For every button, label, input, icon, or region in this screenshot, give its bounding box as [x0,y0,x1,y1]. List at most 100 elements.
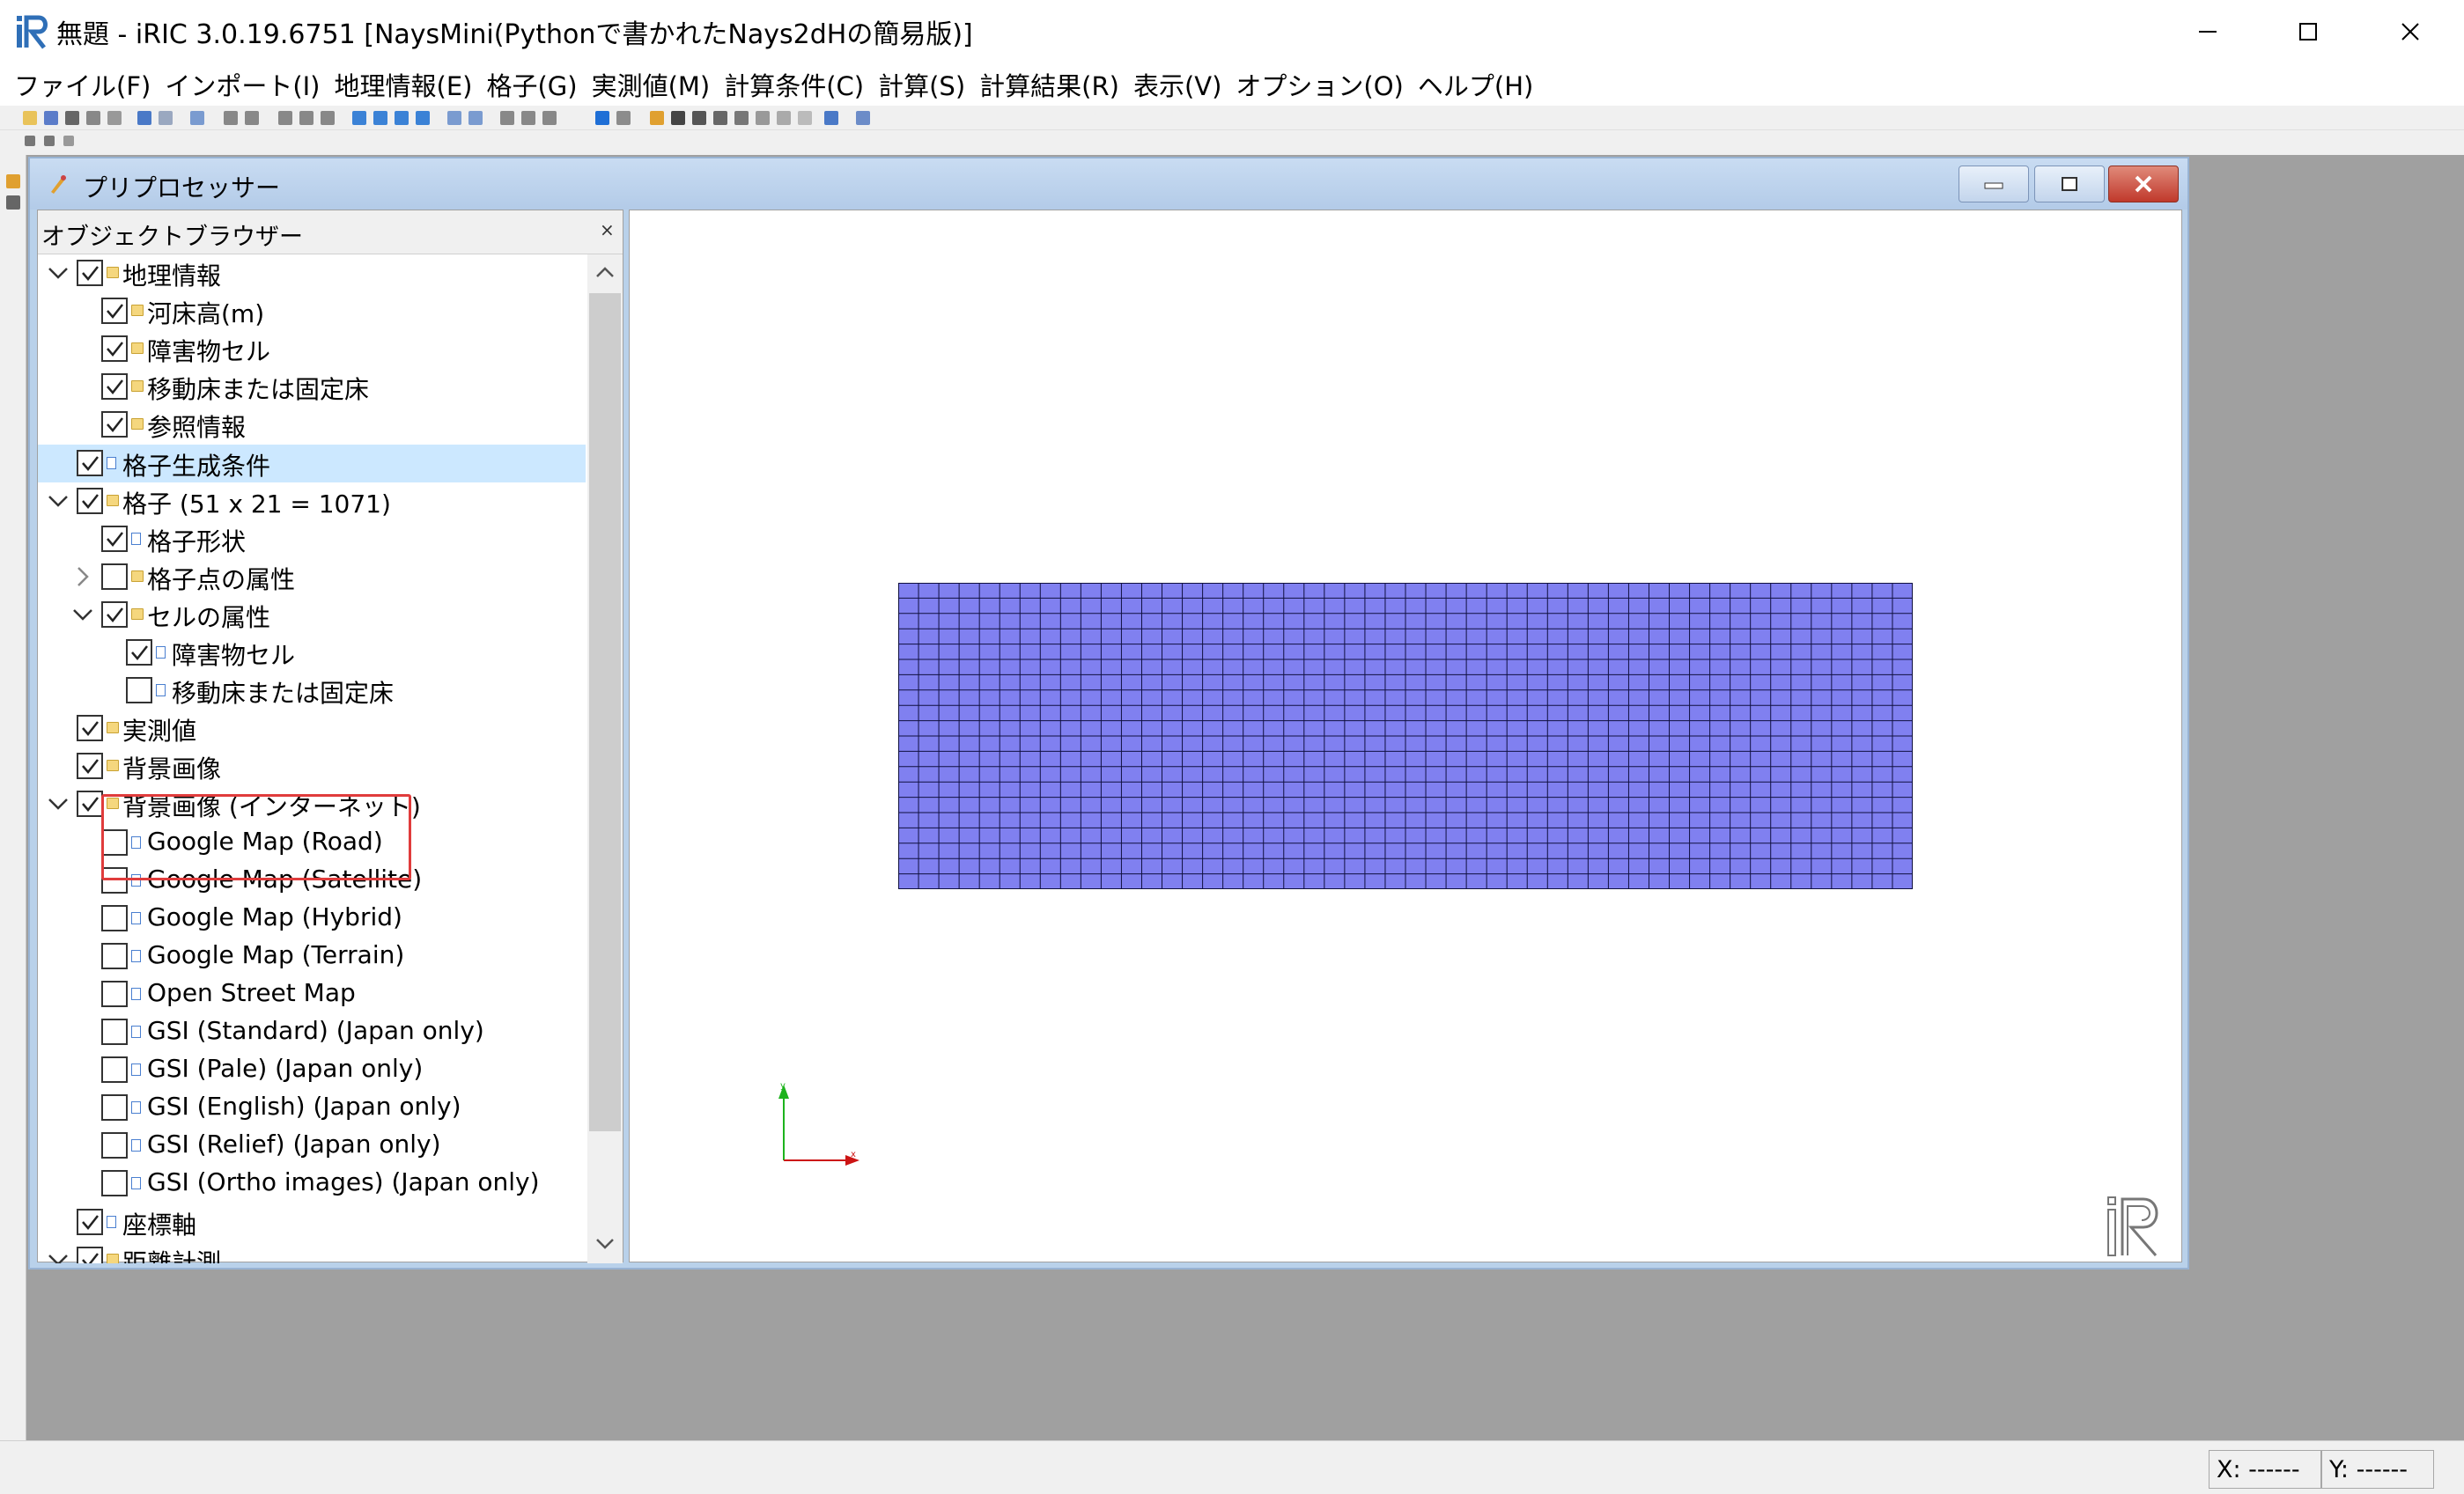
menu-geodata[interactable]: 地理情報(E) [328,66,480,103]
tree-node[interactable]: 移動床または固定床 [38,672,586,710]
tree-node-checkbox[interactable] [101,942,128,969]
tree-node-checkbox[interactable] [101,904,128,931]
tree-node[interactable]: Open Street Map [38,975,586,1013]
menu-measured[interactable]: 実測値(M) [585,66,718,103]
tree-node[interactable]: 格子点の属性 [38,558,586,596]
edit-icon[interactable] [650,111,664,125]
scroll-up-button[interactable] [587,254,623,290]
scatter-icon[interactable] [798,111,812,125]
menu-help[interactable]: ヘルプ(H) [1411,66,1540,103]
chart-icon[interactable] [734,111,749,125]
tree-node-checkbox[interactable] [77,715,103,742]
preprocessor-title-bar[interactable]: プリプロセッサー [30,158,2187,210]
menu-grid[interactable]: 格子(G) [479,66,584,103]
contour-icon[interactable] [692,111,706,125]
profile-icon[interactable] [777,111,791,125]
open-icon[interactable] [23,111,37,125]
tree-node-checkbox[interactable] [101,1056,128,1084]
tree-node-checkbox[interactable] [77,1246,103,1263]
grid-icon[interactable] [671,111,685,125]
zoom-out-icon[interactable] [468,111,483,125]
tree-node-checkbox[interactable] [126,677,152,704]
fit-both-icon[interactable] [521,111,535,125]
menu-result[interactable]: 計算結果(R) [972,66,1126,103]
tree-node-checkbox[interactable] [77,1208,103,1235]
vertical-scrollbar[interactable] [587,254,623,1263]
scroll-thumb[interactable] [589,293,621,1131]
tree-node[interactable]: Google Map (Terrain) [38,938,586,975]
tree-node-checkbox[interactable] [101,525,128,552]
redo-icon[interactable] [159,111,173,125]
tree-node[interactable]: 河床高(m) [38,292,586,330]
tree-node[interactable]: GSI (Standard) (Japan only) [38,1013,586,1051]
preprocessor-close-button[interactable] [2108,166,2179,202]
preprocessor-icon[interactable] [6,174,20,188]
tree-node-checkbox[interactable] [101,563,128,590]
tree-node-checkbox[interactable] [77,753,103,780]
zoom-in-icon[interactable] [447,111,461,125]
tree-node[interactable]: Google Map (Hybrid) [38,900,586,938]
tree-node[interactable]: 座標軸 [38,1203,586,1241]
object-browser-close-button[interactable]: × [600,219,615,240]
chevron-down-icon[interactable] [47,792,70,815]
axis-z-icon[interactable] [321,111,335,125]
tree-node[interactable]: 格子 (51 x 21 = 1071) [38,482,586,520]
solver-console-icon[interactable] [6,195,20,210]
close-button[interactable] [2360,0,2460,63]
axis-x-icon[interactable] [278,111,292,125]
tree-node-checkbox[interactable] [77,449,103,476]
tree-node-checkbox[interactable] [77,487,103,514]
tree-node[interactable]: 参照情報 [38,406,586,444]
save-icon[interactable] [44,111,58,125]
chevron-down-icon[interactable] [71,603,94,626]
tree-node[interactable]: GSI (English) (Japan only) [38,1089,586,1127]
search-icon[interactable] [190,111,204,125]
select-icon[interactable] [224,111,238,125]
chevron-right-icon[interactable] [71,565,94,588]
tree-node-checkbox[interactable] [126,639,152,666]
move-icon[interactable] [245,111,259,125]
delete-icon[interactable] [63,136,74,146]
graph-icon[interactable] [756,111,770,125]
left-arrow-icon[interactable] [352,111,366,125]
tree-node[interactable]: 障害物セル [38,330,586,368]
tree-node[interactable]: GSI (Ortho images) (Japan only) [38,1165,586,1203]
tree-node-checkbox[interactable] [101,335,128,363]
vector-icon[interactable] [713,111,727,125]
tree-node-checkbox[interactable] [101,373,128,401]
menu-file[interactable]: ファイル(F) [7,66,158,103]
fit-width-icon[interactable] [500,111,514,125]
tree-node[interactable]: セルの属性 [38,596,586,634]
down-arrow-icon[interactable] [416,111,430,125]
stop-icon[interactable] [616,111,631,125]
menu-view[interactable]: 表示(V) [1126,66,1228,103]
tree-node[interactable]: 地理情報 [38,254,586,292]
tree-node-checkbox[interactable] [77,791,103,818]
tree-node-checkbox[interactable] [101,298,128,325]
tree-node[interactable]: 実測値 [38,710,586,747]
scroll-down-button[interactable] [587,1226,623,1262]
down-icon[interactable] [44,136,55,146]
tree-node[interactable]: 格子形状 [38,520,586,558]
menu-import[interactable]: インポート(I) [158,66,327,103]
tree-node[interactable]: GSI (Pale) (Japan only) [38,1051,586,1089]
tree-node[interactable]: 格子生成条件 [38,444,586,482]
axis-y-icon[interactable] [299,111,314,125]
chevron-down-icon[interactable] [47,489,70,512]
tree-node[interactable]: GSI (Relief) (Japan only) [38,1127,586,1165]
run-icon[interactable] [595,111,609,125]
refresh-icon[interactable] [824,111,838,125]
right-arrow-icon[interactable] [373,111,387,125]
fit-height-icon[interactable] [542,111,557,125]
menu-calc-condition[interactable]: 計算条件(C) [717,66,871,103]
tree-node-checkbox[interactable] [101,1132,128,1159]
tree-node[interactable]: 移動床または固定床 [38,368,586,406]
camera-icon[interactable] [65,111,79,125]
menu-simulation[interactable]: 計算(S) [871,66,972,103]
tree-node-checkbox[interactable] [101,411,128,438]
undo-icon[interactable] [137,111,151,125]
tree-node-checkbox[interactable] [77,260,103,286]
tree-node[interactable]: 背景画像 [38,747,586,785]
chevron-down-icon[interactable] [47,1248,70,1263]
tree-node-checkbox[interactable] [101,1094,128,1122]
